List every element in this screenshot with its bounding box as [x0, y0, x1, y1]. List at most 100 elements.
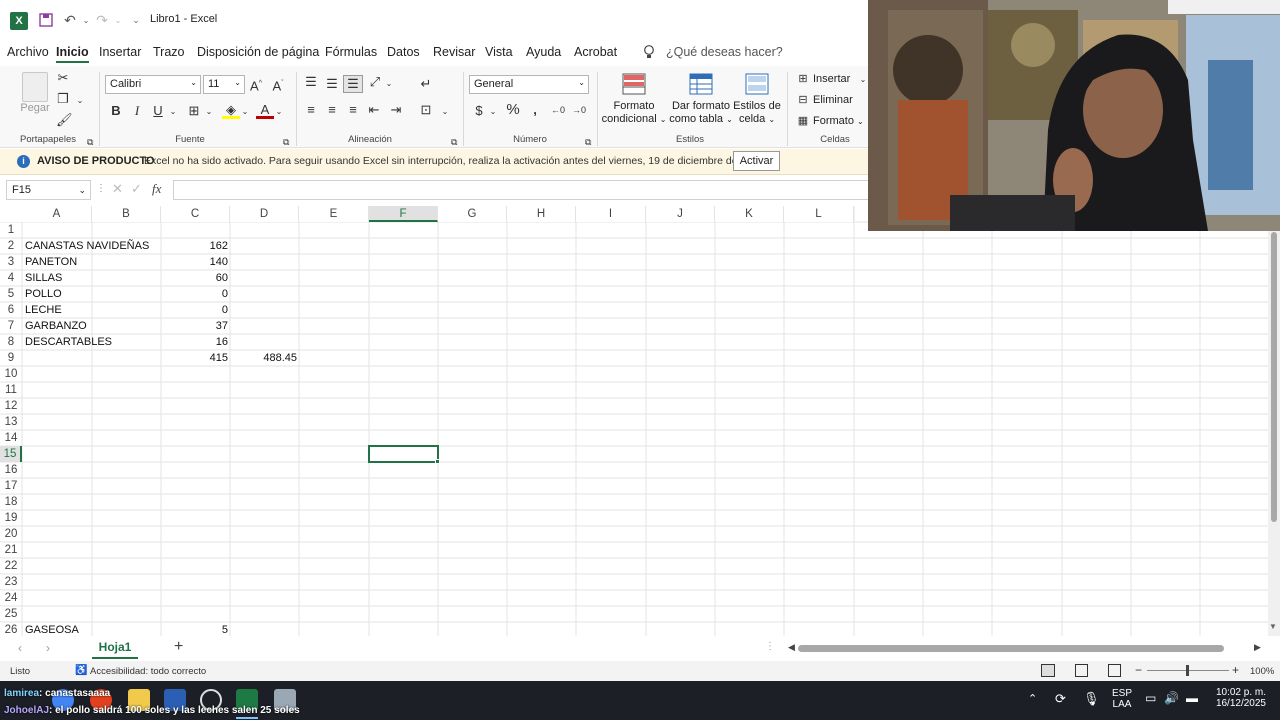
cell-a3[interactable]: PANETON — [25, 254, 77, 270]
tab-trazo[interactable]: Trazo — [153, 45, 185, 59]
row-header[interactable]: 21 — [0, 542, 22, 558]
row-header[interactable]: 20 — [0, 526, 22, 542]
increase-decimal-icon[interactable]: ←0 — [549, 102, 567, 118]
name-box[interactable]: F15 ⌄ — [6, 180, 91, 200]
selected-cell-f15[interactable] — [368, 445, 439, 463]
insert-dropdown-icon[interactable]: ⌄ — [858, 72, 868, 88]
battery-icon[interactable]: ▬ — [1186, 691, 1198, 705]
grow-font-icon[interactable]: A^ — [248, 76, 264, 94]
cell-a26[interactable]: GASEOSA — [25, 622, 79, 636]
vertical-scrollbar[interactable]: ▼ — [1268, 222, 1280, 636]
row-header[interactable]: 17 — [0, 478, 22, 494]
row-header[interactable]: 3 — [0, 254, 22, 270]
cell-a6[interactable]: LECHE — [25, 302, 62, 318]
decrease-decimal-icon[interactable]: →0 — [570, 102, 588, 118]
undo-dropdown-icon[interactable]: ⌄ — [78, 12, 94, 28]
tab-datos[interactable]: Datos — [387, 45, 420, 59]
select-all-corner[interactable] — [0, 206, 22, 222]
fill-handle[interactable] — [435, 459, 440, 464]
cell-d9[interactable]: 488.45 — [230, 350, 297, 366]
borders-dropdown-icon[interactable]: ⌄ — [204, 104, 214, 120]
font-name-select[interactable]: Calibri ⌄ — [105, 75, 201, 94]
cell-c4[interactable]: 60 — [161, 270, 228, 286]
row-header[interactable]: 23 — [0, 574, 22, 590]
comma-style-icon[interactable]: , — [528, 102, 542, 118]
row-header[interactable]: 1 — [0, 222, 22, 238]
confirm-entry-icon[interactable]: ✓ — [131, 181, 142, 197]
align-top-icon[interactable]: ☰ — [303, 74, 319, 90]
conditional-format-button[interactable]: condicional ⌄ — [600, 113, 668, 126]
cell-a2[interactable]: CANASTAS NAVIDEÑAS — [25, 238, 149, 254]
vertical-scroll-thumb[interactable] — [1271, 232, 1277, 522]
cell-c26[interactable]: 5 — [161, 622, 228, 636]
insert-cells-icon[interactable]: ⊞ — [796, 71, 810, 87]
redo-icon[interactable]: ↷ — [94, 12, 110, 28]
column-header-e[interactable]: E — [299, 206, 369, 222]
cut-icon[interactable]: ✂ — [56, 70, 70, 86]
fill-color-icon[interactable]: ◈ — [222, 102, 240, 119]
tab-disposicion[interactable]: Disposición de página — [197, 45, 319, 59]
zoom-level[interactable]: 100% — [1250, 666, 1274, 677]
scroll-left-icon[interactable]: ◀ — [788, 642, 795, 653]
cancel-entry-icon[interactable]: ✕ — [112, 181, 123, 197]
language-indicator[interactable]: ESP LAA — [1112, 688, 1132, 710]
align-bottom-icon[interactable]: ☰ — [343, 75, 363, 93]
column-header-k[interactable]: K — [715, 206, 784, 222]
merge-dropdown-icon[interactable]: ⌄ — [440, 104, 450, 120]
underline-icon[interactable]: U — [151, 103, 165, 119]
cell-a5[interactable]: POLLO — [25, 286, 62, 302]
undo-icon[interactable]: ↶ — [62, 12, 78, 28]
column-header-l[interactable]: L — [784, 206, 854, 222]
tab-split-icon[interactable]: ⋮ — [765, 641, 775, 652]
font-color-icon[interactable]: A — [256, 102, 274, 119]
align-right-icon[interactable]: ≡ — [345, 102, 361, 118]
activate-button[interactable]: Activar — [733, 151, 780, 171]
network-icon[interactable]: ▭ — [1145, 691, 1156, 705]
normal-view-icon[interactable] — [1041, 664, 1055, 677]
underline-dropdown-icon[interactable]: ⌄ — [168, 104, 178, 120]
paste-icon[interactable] — [22, 72, 48, 102]
accessibility-status[interactable]: Accesibilidad: todo correcto — [90, 666, 206, 677]
row-header[interactable]: 24 — [0, 590, 22, 606]
row-header[interactable]: 10 — [0, 366, 22, 382]
row-header[interactable]: 26 — [0, 622, 22, 636]
redo-dropdown-icon[interactable]: ⌄ — [110, 12, 126, 28]
formula-input[interactable] — [173, 180, 870, 200]
increase-indent-icon[interactable]: ⇥ — [388, 102, 404, 118]
cell-a7[interactable]: GARBANZO — [25, 318, 87, 334]
borders-icon[interactable]: ⊞ — [186, 103, 202, 119]
fill-color-dropdown-icon[interactable]: ⌄ — [240, 104, 250, 120]
copy-dropdown-icon[interactable]: ⌄ — [75, 93, 85, 109]
row-header[interactable]: 12 — [0, 398, 22, 414]
sheet-tab-hoja1[interactable]: Hoja1 — [92, 637, 138, 659]
row-header[interactable]: 7 — [0, 318, 22, 334]
page-layout-icon[interactable] — [1075, 664, 1088, 677]
cell-styles-button[interactable]: celda ⌄ — [733, 113, 781, 126]
add-sheet-icon[interactable]: + — [174, 638, 183, 656]
merge-center-icon[interactable]: ⊡ — [418, 102, 434, 118]
align-left-icon[interactable]: ≡ — [303, 102, 319, 118]
cell-c6[interactable]: 0 — [161, 302, 228, 318]
insert-cells-label[interactable]: Insertar — [813, 73, 850, 86]
cell-c7[interactable]: 37 — [161, 318, 228, 334]
page-break-icon[interactable] — [1108, 664, 1121, 677]
copy-icon[interactable]: ❐ — [56, 91, 70, 107]
row-header[interactable]: 14 — [0, 430, 22, 446]
row-header-selected[interactable]: 15 — [0, 446, 22, 462]
zoom-in-icon[interactable]: + — [1232, 663, 1239, 677]
column-header-c[interactable]: C — [161, 206, 230, 222]
prev-sheet-icon[interactable]: ‹ — [18, 641, 22, 655]
sync-icon[interactable]: ⟳ — [1055, 691, 1066, 707]
scroll-right-icon[interactable]: ▶ — [1254, 642, 1261, 653]
row-header[interactable]: 18 — [0, 494, 22, 510]
row-header[interactable]: 13 — [0, 414, 22, 430]
row-header[interactable]: 11 — [0, 382, 22, 398]
cell-c3[interactable]: 140 — [161, 254, 228, 270]
number-format-select[interactable]: General ⌄ — [469, 75, 589, 94]
cell-c8[interactable]: 16 — [161, 334, 228, 350]
decrease-indent-icon[interactable]: ⇤ — [366, 102, 382, 118]
chevron-up-icon[interactable]: ⌃ — [1028, 692, 1037, 705]
format-cells-icon[interactable]: ▦ — [796, 113, 810, 129]
next-sheet-icon[interactable]: › — [46, 641, 50, 655]
column-header-b[interactable]: B — [92, 206, 161, 222]
